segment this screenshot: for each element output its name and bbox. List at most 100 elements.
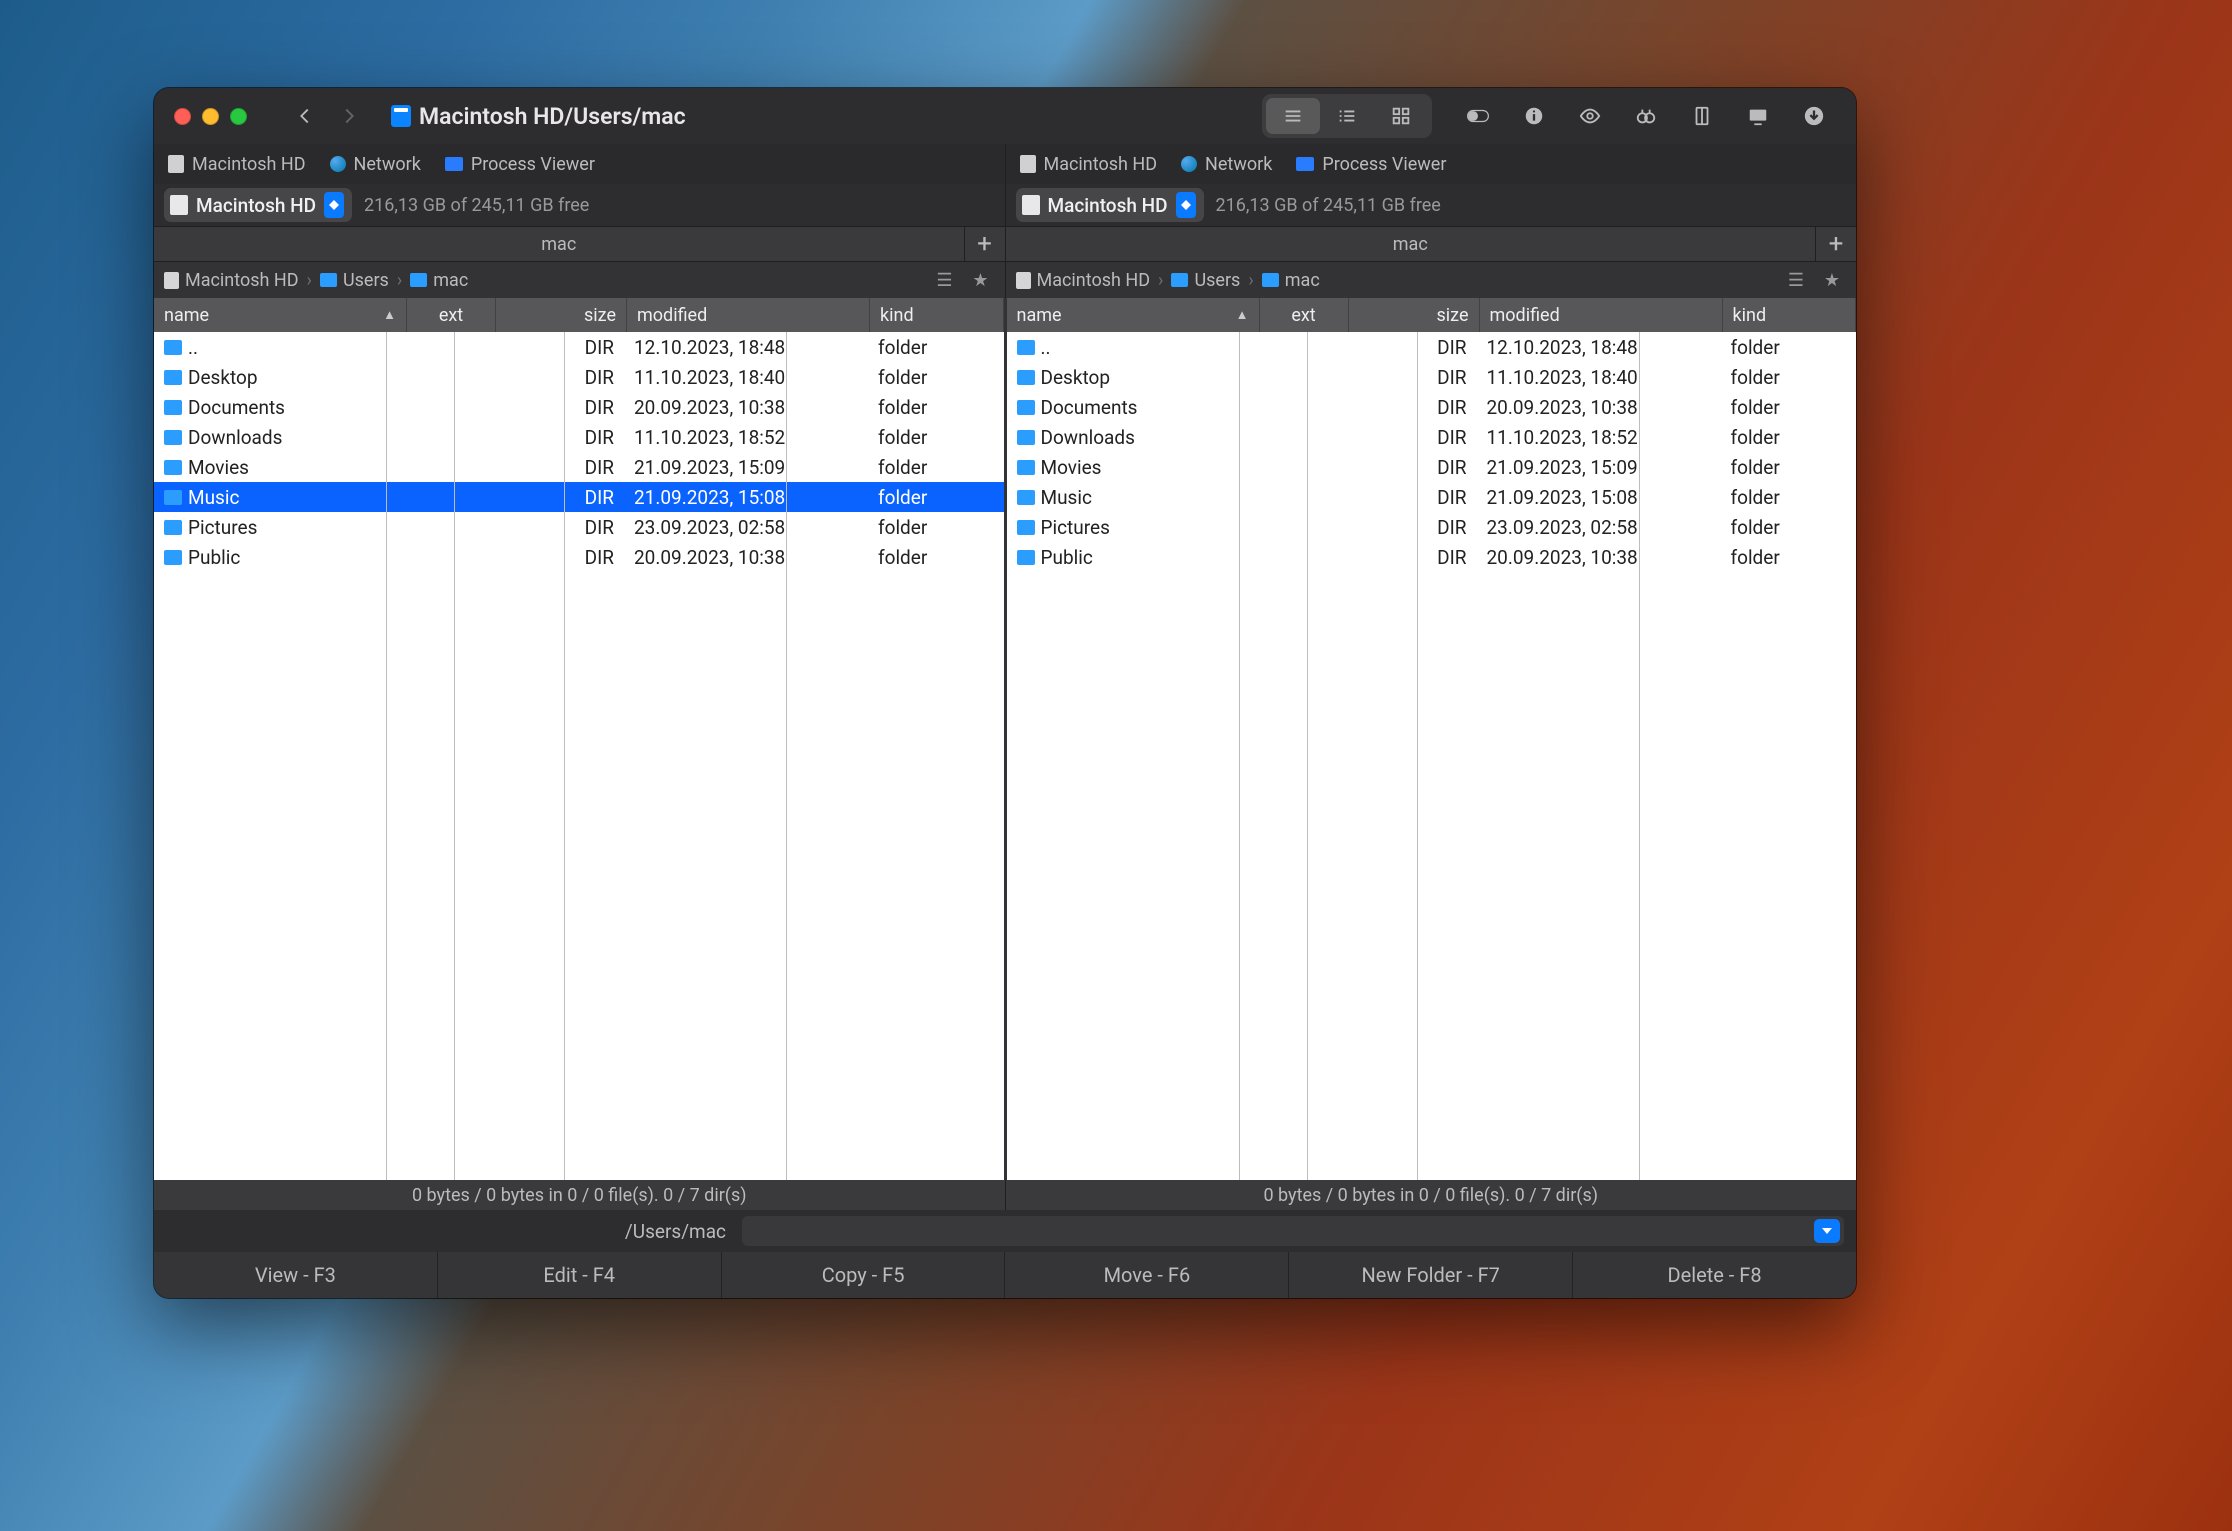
archive-icon[interactable]	[1674, 96, 1730, 136]
toggle-switch-icon[interactable]	[1450, 96, 1506, 136]
col-modified[interactable]: modified	[627, 298, 870, 332]
favorite-star-icon[interactable]: ★	[967, 268, 995, 292]
file-modified: 21.09.2023, 15:08	[624, 482, 866, 512]
list-toggle-icon[interactable]: ☰	[1782, 268, 1810, 292]
fn-copy[interactable]: Copy - F5	[722, 1252, 1006, 1298]
file-row[interactable]: DownloadsDIR11.10.2023, 18:52folder	[1007, 422, 1857, 452]
loc-tab-network[interactable]: Network	[1181, 154, 1272, 175]
file-kind: folder	[1719, 542, 1857, 572]
folder-icon	[1017, 400, 1035, 415]
file-row[interactable]: MoviesDIR21.09.2023, 15:09folder	[154, 452, 1004, 482]
col-kind[interactable]: kind	[870, 298, 1004, 332]
volume-selector[interactable]: Macintosh HD	[164, 188, 352, 222]
col-size[interactable]: size	[1349, 298, 1480, 332]
fn-delete[interactable]: Delete - F8	[1573, 1252, 1856, 1298]
col-ext[interactable]: ext	[407, 298, 496, 332]
location-tabs-left: Macintosh HD Network Process Viewer	[154, 144, 1006, 184]
view-mode-group	[1262, 94, 1432, 138]
panel-tabs-left: mac +	[154, 226, 1006, 262]
file-ext	[1259, 482, 1347, 512]
volume-selector[interactable]: Macintosh HD	[1016, 188, 1204, 222]
volume-name: Macintosh HD	[1048, 194, 1168, 217]
nav-forward-button[interactable]	[327, 96, 371, 136]
file-row[interactable]: DocumentsDIR20.09.2023, 10:38folder	[154, 392, 1004, 422]
file-name: Downloads	[1041, 426, 1135, 449]
panel-tabs: mac + mac +	[154, 226, 1856, 262]
file-row[interactable]: ..DIR12.10.2023, 18:48folder	[1007, 332, 1857, 362]
file-ext	[1259, 332, 1347, 362]
file-row[interactable]: DesktopDIR11.10.2023, 18:40folder	[154, 362, 1004, 392]
add-tab-button[interactable]: +	[964, 226, 1005, 262]
dropdown-icon[interactable]	[1814, 1219, 1840, 1243]
panel-tab[interactable]: mac	[154, 226, 964, 262]
fn-edit[interactable]: Edit - F4	[438, 1252, 722, 1298]
view-columns-button[interactable]	[1320, 98, 1374, 134]
col-name[interactable]: name▲	[1007, 298, 1260, 332]
col-kind[interactable]: kind	[1723, 298, 1857, 332]
nav-back-button[interactable]	[283, 96, 327, 136]
status-right: 0 bytes / 0 bytes in 0 / 0 file(s). 0 / …	[1006, 1180, 1857, 1210]
minimize-window-button[interactable]	[202, 108, 219, 125]
path-input[interactable]	[742, 1216, 1844, 1246]
loc-tab-hd[interactable]: Macintosh HD	[1020, 154, 1158, 175]
loc-tab-network[interactable]: Network	[330, 154, 421, 175]
view-list-button[interactable]	[1266, 98, 1320, 134]
file-name: ..	[1041, 336, 1051, 359]
file-row[interactable]: PicturesDIR23.09.2023, 02:58folder	[1007, 512, 1857, 542]
col-modified[interactable]: modified	[1480, 298, 1723, 332]
file-list[interactable]: ..DIR12.10.2023, 18:48folderDesktopDIR11…	[1007, 332, 1857, 1180]
col-ext[interactable]: ext	[1260, 298, 1349, 332]
file-row[interactable]: PublicDIR20.09.2023, 10:38folder	[154, 542, 1004, 572]
file-modified: 21.09.2023, 15:08	[1477, 482, 1719, 512]
file-row[interactable]: MusicDIR21.09.2023, 15:08folder	[154, 482, 1004, 512]
file-row[interactable]: ..DIR12.10.2023, 18:48folder	[154, 332, 1004, 362]
folder-icon	[1017, 430, 1035, 445]
file-kind: folder	[1719, 332, 1857, 362]
col-size[interactable]: size	[496, 298, 627, 332]
file-row[interactable]: DesktopDIR11.10.2023, 18:40folder	[1007, 362, 1857, 392]
titlebar: Macintosh HD/Users/mac	[154, 88, 1856, 144]
panels: name▲ ext size modified kind ..DIR12.10.…	[154, 298, 1856, 1180]
file-row[interactable]: MusicDIR21.09.2023, 15:08folder	[1007, 482, 1857, 512]
file-size: DIR	[1347, 362, 1477, 392]
breadcrumb[interactable]: Macintosh HD › Users › mac	[164, 270, 468, 291]
desktop: Macintosh HD/Users/mac Macintosh	[0, 0, 2232, 1531]
computer-icon[interactable]	[1730, 96, 1786, 136]
loc-tab-process[interactable]: Process Viewer	[445, 154, 595, 175]
close-window-button[interactable]	[174, 108, 191, 125]
view-grid-button[interactable]	[1374, 98, 1428, 134]
add-tab-button[interactable]: +	[1815, 226, 1856, 262]
hd-icon	[168, 155, 184, 173]
fn-newfolder[interactable]: New Folder - F7	[1289, 1252, 1573, 1298]
volume-free-text: 216,13 GB of 245,11 GB free	[1216, 195, 1441, 216]
file-name: Music	[188, 486, 239, 509]
file-row[interactable]: DocumentsDIR20.09.2023, 10:38folder	[1007, 392, 1857, 422]
breadcrumb[interactable]: Macintosh HD › Users › mac	[1016, 270, 1320, 291]
breadcrumb-actions: ☰ ★	[1782, 268, 1846, 292]
folder-icon	[164, 460, 182, 475]
binoculars-icon[interactable]	[1618, 96, 1674, 136]
panel-tab[interactable]: mac	[1006, 226, 1816, 262]
breadcrumb-right: Macintosh HD › Users › mac ☰ ★	[1006, 262, 1857, 298]
file-row[interactable]: PicturesDIR23.09.2023, 02:58folder	[154, 512, 1004, 542]
list-toggle-icon[interactable]: ☰	[931, 268, 959, 292]
path-input-row: /Users/mac	[154, 1210, 1856, 1252]
file-row[interactable]: PublicDIR20.09.2023, 10:38folder	[1007, 542, 1857, 572]
fn-move[interactable]: Move - F6	[1005, 1252, 1289, 1298]
file-list[interactable]: ..DIR12.10.2023, 18:48folderDesktopDIR11…	[154, 332, 1004, 1180]
fullscreen-window-button[interactable]	[230, 108, 247, 125]
fn-view[interactable]: View - F3	[154, 1252, 438, 1298]
file-ext	[1259, 452, 1347, 482]
folder-icon	[1017, 370, 1035, 385]
file-row[interactable]: DownloadsDIR11.10.2023, 18:52folder	[154, 422, 1004, 452]
status-left: 0 bytes / 0 bytes in 0 / 0 file(s). 0 / …	[154, 1180, 1006, 1210]
loc-tab-process[interactable]: Process Viewer	[1296, 154, 1446, 175]
file-row[interactable]: MoviesDIR21.09.2023, 15:09folder	[1007, 452, 1857, 482]
preview-eye-icon[interactable]	[1562, 96, 1618, 136]
download-icon[interactable]	[1786, 96, 1842, 136]
loc-tab-hd[interactable]: Macintosh HD	[168, 154, 306, 175]
col-name[interactable]: name▲	[154, 298, 407, 332]
info-icon[interactable]	[1506, 96, 1562, 136]
favorite-star-icon[interactable]: ★	[1818, 268, 1846, 292]
file-size: DIR	[494, 362, 624, 392]
